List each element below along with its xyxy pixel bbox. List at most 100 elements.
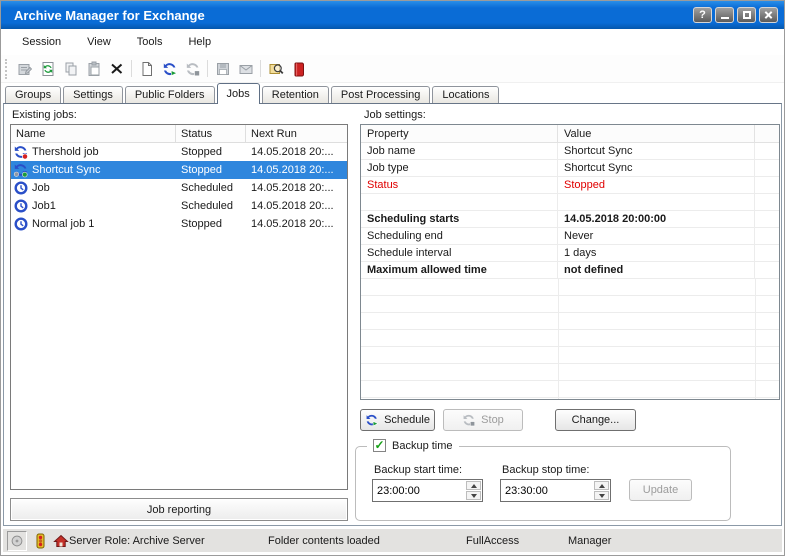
- start-job-button[interactable]: [158, 58, 181, 80]
- setting-row-job-name: Job name Shortcut Sync: [361, 143, 779, 160]
- schedule-button[interactable]: Schedule: [360, 409, 435, 431]
- save-icon: [215, 61, 231, 77]
- toolbar: [1, 55, 784, 83]
- toolbar-separator: [207, 60, 208, 77]
- update-button[interactable]: Update: [629, 479, 692, 501]
- delete-button[interactable]: [105, 58, 128, 80]
- up-arrow-icon: [471, 484, 477, 488]
- job-next-run: 14.05.2018 20:...: [246, 164, 347, 176]
- job-status: Stopped: [176, 164, 246, 176]
- status-indicator-box: [7, 531, 27, 551]
- table-row[interactable]: Job Scheduled 14.05.2018 20:...: [11, 179, 347, 197]
- table-row-selected[interactable]: Shortcut Sync Stopped 14.05.2018 20:...: [11, 161, 347, 179]
- exit-icon: [291, 61, 307, 77]
- tab-retention[interactable]: Retention: [262, 86, 329, 103]
- stop-button[interactable]: Stop: [443, 409, 523, 431]
- paste-button[interactable]: [82, 58, 105, 80]
- table-row[interactable]: Job1 Scheduled 14.05.2018 20:...: [11, 197, 347, 215]
- spin-down-button[interactable]: [594, 491, 609, 500]
- down-arrow-icon: [471, 494, 477, 498]
- jobs-table-header: Name Status Next Run: [11, 125, 347, 143]
- backup-start-time-spinner: [372, 479, 483, 502]
- setting-row-empty: [361, 194, 779, 211]
- job-clock-icon: [13, 180, 29, 196]
- spin-down-button[interactable]: [466, 491, 481, 500]
- menu-help[interactable]: Help: [175, 32, 224, 52]
- search-button[interactable]: [264, 58, 287, 80]
- backup-time-label: Backup time: [392, 440, 453, 452]
- spin-up-button[interactable]: [594, 481, 609, 490]
- backup-stop-time-input[interactable]: [501, 480, 593, 501]
- user-role-text: Manager: [568, 535, 611, 547]
- table-row[interactable]: Normal job 1 Stopped 14.05.2018 20:...: [11, 215, 347, 233]
- property-cell: Scheduling end: [361, 228, 558, 244]
- app-window: Archive Manager for Exchange ? Session V…: [0, 0, 785, 556]
- job-status: Scheduled: [176, 200, 246, 212]
- job-next-run: 14.05.2018 20:...: [246, 146, 347, 158]
- new-button[interactable]: [135, 58, 158, 80]
- change-button[interactable]: Change...: [555, 409, 636, 431]
- refresh-button[interactable]: [36, 58, 59, 80]
- column-header-spacer: [755, 125, 779, 142]
- title-bar: Archive Manager for Exchange ?: [1, 1, 784, 29]
- close-button[interactable]: [759, 7, 778, 23]
- backup-time-legend: ✓ Backup time: [367, 439, 459, 452]
- setting-row-scheduling-starts: Scheduling starts 14.05.2018 20:00:00: [361, 211, 779, 228]
- setting-row-job-type: Job type Shortcut Sync: [361, 160, 779, 177]
- help-icon: ?: [699, 9, 706, 21]
- stop-job-icon: [185, 61, 201, 77]
- save-button[interactable]: [211, 58, 234, 80]
- menu-view[interactable]: View: [74, 32, 124, 52]
- start-job-icon: [162, 61, 178, 77]
- tab-settings[interactable]: Settings: [63, 86, 123, 103]
- property-cell: Status: [361, 177, 558, 193]
- job-name: Job: [32, 182, 50, 194]
- server-role-text: Server Role: Archive Server: [69, 535, 205, 547]
- value-cell: Shortcut Sync: [558, 143, 755, 159]
- exit-button[interactable]: [287, 58, 310, 80]
- stop-job-button[interactable]: [181, 58, 204, 80]
- backup-start-time-label: Backup start time:: [374, 464, 462, 476]
- maximize-button[interactable]: [737, 7, 756, 23]
- spin-up-button[interactable]: [466, 481, 481, 490]
- column-header-name[interactable]: Name: [11, 125, 176, 142]
- help-button[interactable]: ?: [693, 7, 712, 23]
- minimize-button[interactable]: [715, 7, 734, 23]
- mail-button[interactable]: [234, 58, 257, 80]
- value-cell: Stopped: [558, 177, 755, 193]
- stop-icon: [462, 413, 476, 427]
- job-next-run: 14.05.2018 20:...: [246, 218, 347, 230]
- tab-jobs[interactable]: Jobs: [217, 83, 260, 104]
- job-reporting-label: Job reporting: [147, 504, 211, 516]
- search-icon: [268, 61, 284, 77]
- backup-start-time-input[interactable]: [373, 480, 465, 501]
- tab-locations[interactable]: Locations: [432, 86, 499, 103]
- copy-button[interactable]: [59, 58, 82, 80]
- down-arrow-icon: [599, 494, 605, 498]
- tab-groups[interactable]: Groups: [5, 86, 61, 103]
- close-icon: [764, 11, 773, 20]
- backup-time-checkbox[interactable]: ✓: [373, 439, 386, 452]
- properties-button[interactable]: [13, 58, 36, 80]
- menu-tools[interactable]: Tools: [124, 32, 176, 52]
- column-header-next-run[interactable]: Next Run: [246, 125, 347, 142]
- table-row[interactable]: Thershold job Stopped 14.05.2018 20:...: [11, 143, 347, 161]
- existing-jobs-label: Existing jobs:: [12, 109, 77, 121]
- menu-session[interactable]: Session: [9, 32, 74, 52]
- delete-icon: [109, 61, 125, 77]
- toolbar-grip: [5, 59, 9, 79]
- job-sync-red-icon: [13, 144, 29, 160]
- backup-stop-time-spinner: [500, 479, 611, 502]
- job-reporting-button[interactable]: Job reporting: [10, 498, 348, 521]
- copy-icon: [63, 61, 79, 77]
- tab-public-folders[interactable]: Public Folders: [125, 86, 215, 103]
- column-header-property: Property: [361, 125, 558, 142]
- tab-post-processing[interactable]: Post Processing: [331, 86, 430, 103]
- access-level-text: FullAccess: [466, 535, 519, 547]
- job-settings-label: Job settings:: [364, 109, 426, 121]
- refresh-icon: [40, 61, 56, 77]
- stop-label: Stop: [481, 414, 504, 426]
- column-header-status[interactable]: Status: [176, 125, 246, 142]
- value-cell: not defined: [558, 262, 755, 278]
- menu-bar: Session View Tools Help: [1, 29, 784, 55]
